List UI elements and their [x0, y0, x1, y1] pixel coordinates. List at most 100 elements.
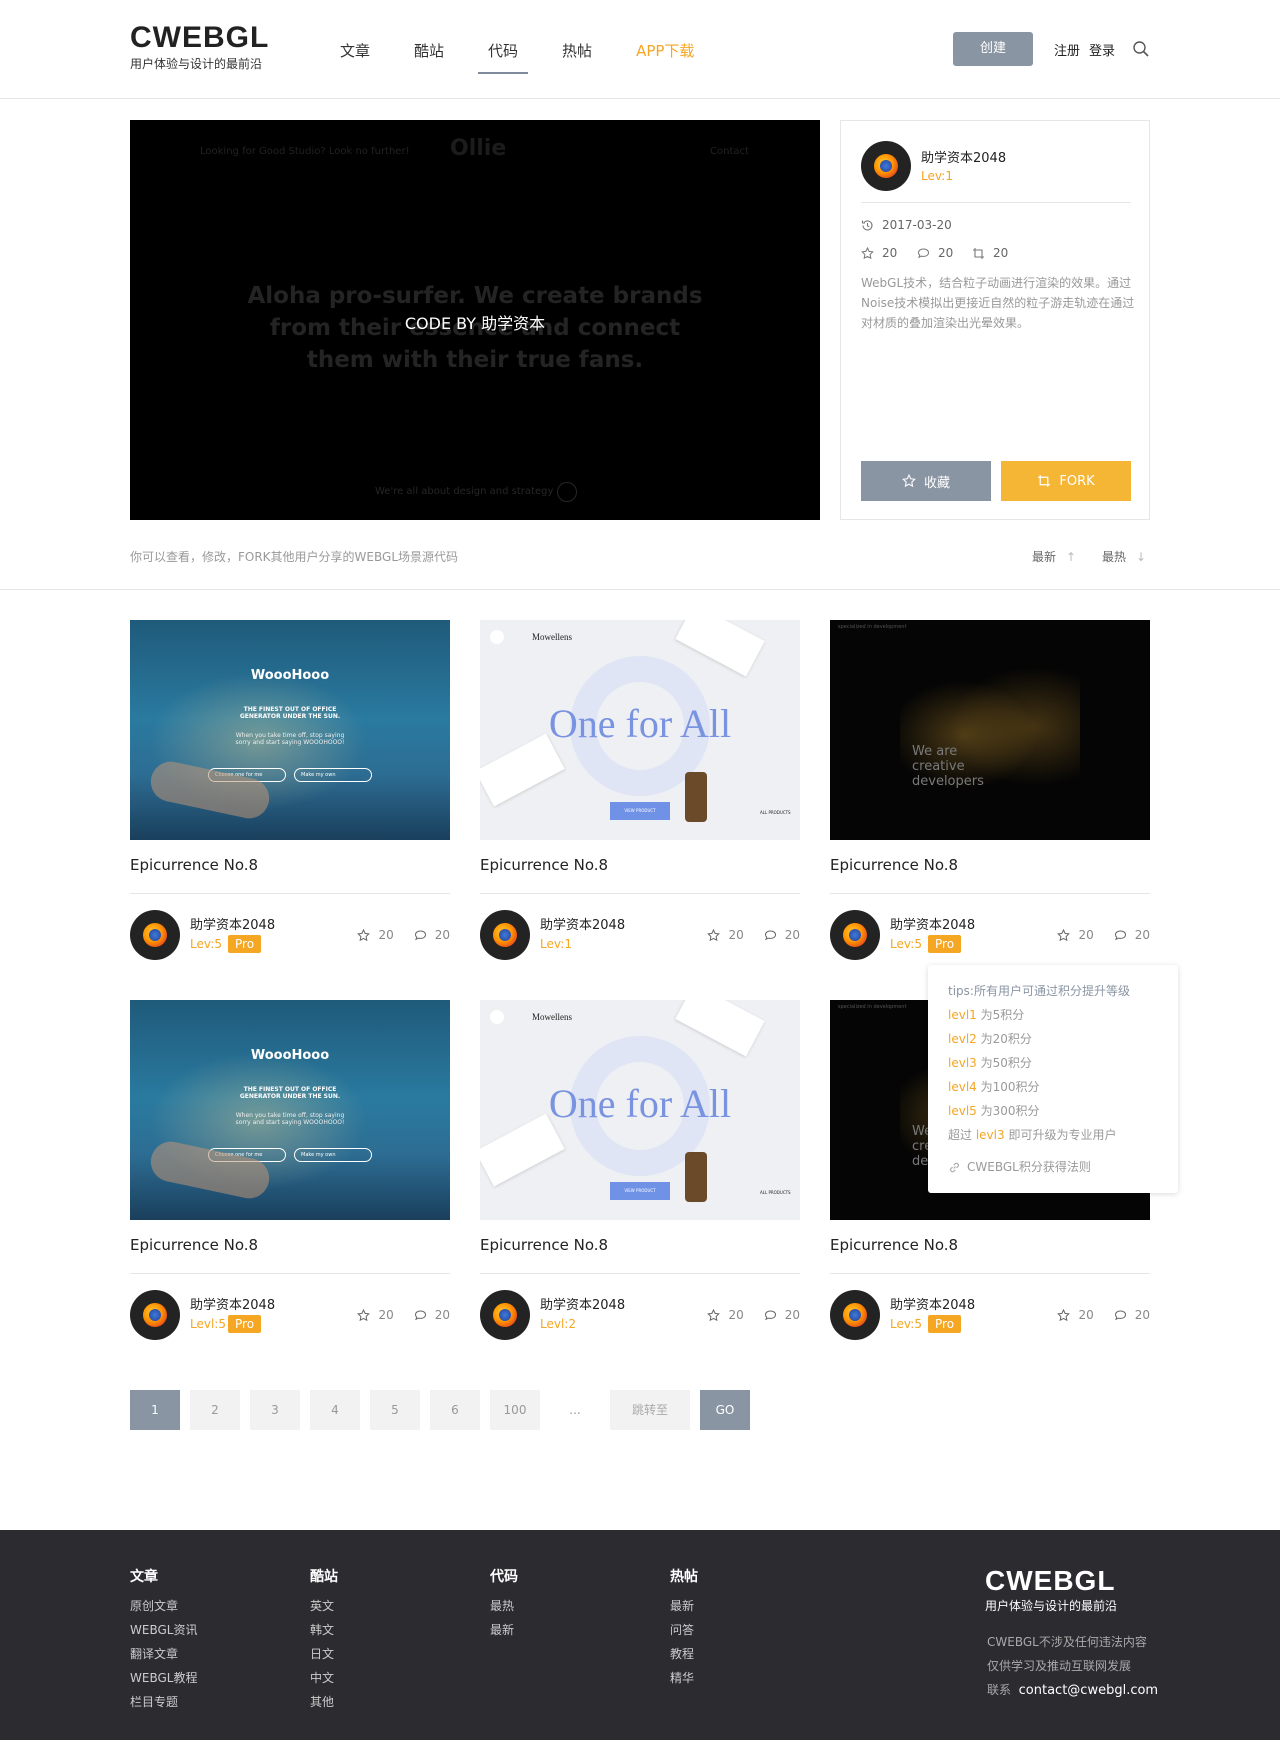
contact-email[interactable]: contact@cwebgl.com: [1019, 1683, 1158, 1698]
avatar[interactable]: [830, 910, 880, 960]
post-date: 2017-03-20: [861, 218, 952, 232]
page-6[interactable]: 6: [430, 1390, 480, 1430]
card-image: [480, 1113, 565, 1187]
page-3[interactable]: 3: [250, 1390, 300, 1430]
author-name[interactable]: 助学资本2048: [890, 1294, 975, 1313]
star-count: 20: [728, 928, 744, 942]
avatar[interactable]: [480, 910, 530, 960]
page-5[interactable]: 5: [370, 1390, 420, 1430]
nav-articles[interactable]: 文章: [340, 0, 370, 99]
particle-field: [900, 650, 1080, 820]
footer-link[interactable]: 韩文: [310, 1618, 338, 1642]
card-thumbnail[interactable]: WoooHooo THE FINEST OUT OF OFFICE GENERA…: [130, 1000, 450, 1220]
go-button[interactable]: GO: [700, 1390, 750, 1430]
footer-link[interactable]: 教程: [670, 1642, 698, 1666]
favorite-label: 收藏: [923, 475, 950, 491]
footer-link[interactable]: 最热: [490, 1594, 518, 1618]
author-name[interactable]: 助学资本2048: [890, 914, 975, 933]
level-tooltip: tips:所有用户可通过积分提升等级 levl1 为5积分 levl2 为20积…: [928, 965, 1178, 1193]
footer-link[interactable]: 中文: [310, 1666, 338, 1690]
card-title[interactable]: Epicurrence No.8: [130, 856, 450, 876]
author-name[interactable]: 助学资本2048: [540, 914, 625, 933]
card-thumbnail[interactable]: Mowellens One for All VIEW PRODUCT ALL P…: [480, 1000, 800, 1220]
search-icon[interactable]: [1132, 40, 1150, 58]
nav-cool-sites[interactable]: 酷站: [414, 0, 444, 99]
tooltip-title: tips:所有用户可通过积分提升等级: [948, 984, 1130, 998]
footer-link[interactable]: 精华: [670, 1666, 698, 1690]
code-card[interactable]: Mowellens One for All VIEW PRODUCT ALL P…: [480, 1000, 800, 1360]
site-logo[interactable]: CWEBGL 用户体验与设计的最前沿: [130, 22, 269, 72]
nav-hot-posts[interactable]: 热帖: [562, 0, 592, 99]
footer-link[interactable]: 其他: [310, 1690, 338, 1714]
footer-link[interactable]: 最新: [490, 1618, 518, 1642]
sort-newest[interactable]: 最新 ↑: [1032, 548, 1076, 565]
divider: [0, 589, 1280, 590]
footer-link[interactable]: 原创文章: [130, 1594, 197, 1618]
rule-link[interactable]: CWEBGL积分获得法则: [948, 1155, 1158, 1179]
thumb-brand: WoooHooo: [250, 668, 330, 683]
arrow-down-icon: ↓: [1136, 549, 1147, 564]
bottle-image: [685, 772, 707, 822]
card-thumbnail[interactable]: WoooHooo THE FINEST OUT OF OFFICE GENERA…: [130, 620, 450, 840]
footer-link[interactable]: WEBGL教程: [130, 1666, 197, 1690]
footer-link[interactable]: 翻译文章: [130, 1642, 197, 1666]
footer-link[interactable]: WEBGL资讯: [130, 1618, 197, 1642]
divider: [130, 1273, 450, 1274]
card-title[interactable]: Epicurrence No.8: [830, 1236, 1150, 1256]
page-jump-input[interactable]: 跳转至: [610, 1390, 690, 1430]
footer-link[interactable]: 日文: [310, 1642, 338, 1666]
footer-link[interactable]: 栏目专题: [130, 1690, 197, 1714]
nav-app-download[interactable]: APP下载: [636, 0, 694, 99]
card-title[interactable]: Epicurrence No.8: [830, 856, 1150, 876]
code-card[interactable]: WoooHooo THE FINEST OUT OF OFFICE GENERA…: [130, 620, 450, 980]
author-level: Levl:2: [540, 1317, 576, 1331]
footer-purpose: 仅供学习及推动互联网发展: [987, 1659, 1132, 1673]
star-icon: [1057, 928, 1071, 941]
fork-button[interactable]: FORK: [1001, 461, 1131, 501]
page-100[interactable]: 100: [490, 1390, 540, 1430]
code-card[interactable]: specialized in development We are creati…: [830, 620, 1150, 980]
avatar[interactable]: [830, 1290, 880, 1340]
avatar[interactable]: [130, 910, 180, 960]
card-title[interactable]: Epicurrence No.8: [480, 856, 800, 876]
card-image: [675, 620, 765, 677]
footer-link[interactable]: 英文: [310, 1594, 338, 1618]
card-thumbnail[interactable]: specialized in development We are creati…: [830, 620, 1150, 840]
author-name[interactable]: 助学资本2048: [921, 147, 1006, 166]
card-stats: 20 20: [707, 1308, 800, 1322]
nav-code[interactable]: 代码: [478, 0, 529, 99]
comment-icon: [764, 1309, 776, 1320]
code-preview[interactable]: Looking for Good Studio? Look no further…: [130, 120, 820, 520]
author-name[interactable]: 助学资本2048: [190, 914, 275, 933]
card-title[interactable]: Epicurrence No.8: [480, 1236, 800, 1256]
author-name[interactable]: 助学资本2048: [190, 1294, 275, 1313]
thumb-subtext: When you take time off, stop saying sorr…: [235, 1112, 345, 1126]
sort-hottest[interactable]: 最热 ↓: [1102, 548, 1146, 565]
star-count: 20: [728, 1308, 744, 1322]
page-1[interactable]: 1: [130, 1390, 180, 1430]
login-link[interactable]: 登录: [1089, 40, 1115, 59]
card-thumbnail[interactable]: Mowellens One for All VIEW PRODUCT ALL P…: [480, 620, 800, 840]
code-card[interactable]: Mowellens One for All VIEW PRODUCT ALL P…: [480, 620, 800, 980]
footer-link[interactable]: 最新: [670, 1594, 698, 1618]
avatar[interactable]: [480, 1290, 530, 1340]
register-link[interactable]: 注册: [1054, 40, 1080, 59]
page-4[interactable]: 4: [310, 1390, 360, 1430]
avatar[interactable]: [130, 1290, 180, 1340]
page-2[interactable]: 2: [190, 1390, 240, 1430]
sort-hottest-label: 最热: [1102, 550, 1127, 564]
footer-link[interactable]: 问答: [670, 1618, 698, 1642]
author-name[interactable]: 助学资本2048: [540, 1294, 625, 1313]
card-title[interactable]: Epicurrence No.8: [130, 1236, 450, 1256]
create-button[interactable]: 创建: [953, 32, 1033, 66]
code-card[interactable]: WoooHooo THE FINEST OUT OF OFFICE GENERA…: [130, 1000, 450, 1360]
comment-count: 20: [434, 1308, 450, 1322]
footer-disclaimer: CWEBGL不涉及任何违法内容: [987, 1635, 1147, 1649]
favorite-button[interactable]: 收藏: [861, 461, 991, 501]
pro-badge: Pro: [228, 935, 262, 953]
avatar[interactable]: [861, 141, 911, 191]
footer-logo[interactable]: CWEBGL 用户体验与设计的最前沿: [985, 1566, 1117, 1614]
comment-icon: [414, 1309, 426, 1320]
thumb-cta: VIEW PRODUCT: [610, 802, 670, 820]
rule-link-text: CWEBGL积分获得法则: [967, 1160, 1091, 1174]
